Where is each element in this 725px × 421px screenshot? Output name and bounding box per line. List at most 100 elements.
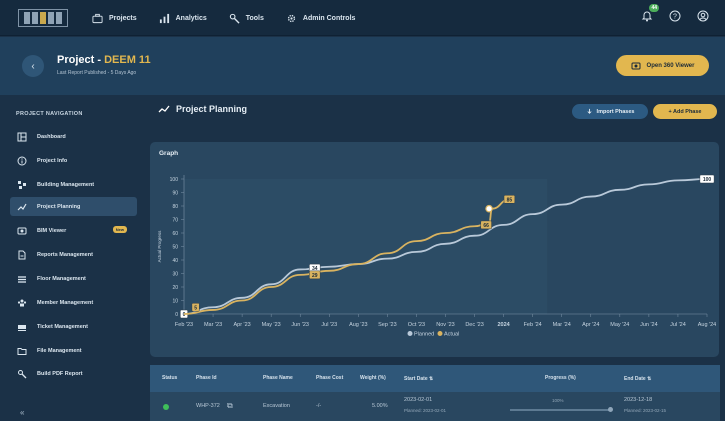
x-tick-label: Jul '23 (321, 322, 337, 328)
new-badge: New (112, 226, 127, 233)
y-tick-label: 70 (172, 217, 178, 223)
header-phase-cost: Phase Cost (316, 375, 344, 381)
sidebar-item-member-management[interactable]: Member Management (10, 293, 137, 312)
import-phases-button[interactable]: Import Phases (572, 104, 648, 119)
folder-icon (17, 347, 27, 355)
bar-chart-icon (159, 13, 169, 23)
sidebar-item-label: Build PDF Report (37, 370, 83, 377)
nav-projects-label: Projects (109, 14, 137, 22)
sidebar-item-building-management[interactable]: Building Management (10, 175, 137, 194)
notifications-button[interactable]: 44 (639, 4, 659, 24)
x-tick-label: 2024 (497, 322, 510, 328)
help-button[interactable]: ? (667, 8, 683, 24)
cell-phase-cost: -/- (316, 403, 322, 409)
y-tick-label: 20 (172, 285, 178, 291)
add-phase-button[interactable]: + Add Phase (653, 104, 717, 119)
cell-end-date: 2023-12-18 (624, 397, 653, 403)
members-icon (17, 299, 27, 306)
actual-point-marker (485, 204, 493, 213)
progress-bar (510, 409, 610, 411)
status-indicator-dot (163, 404, 169, 410)
header-start-date[interactable]: Start Date ⇅ (404, 376, 433, 382)
bim-viewer-icon (17, 227, 27, 234)
data-label: 0 (183, 312, 186, 318)
add-phase-label: + Add Phase (668, 108, 702, 115)
sort-icon: ⇅ (429, 376, 434, 382)
x-tick-label: Mar '23 (204, 322, 222, 328)
legend-marker-actual (437, 331, 443, 336)
copy-icon[interactable]: ⧉ (227, 401, 233, 411)
section-title-text: Project Planning (176, 104, 248, 114)
project-name: DEEM 11 (104, 54, 151, 66)
dashboard-icon (17, 132, 27, 141)
nav-analytics-label: Analytics (175, 14, 207, 22)
table-header: Status Phase Id Phase Name Phase Cost We… (150, 365, 720, 392)
briefcase-icon (92, 13, 103, 23)
top-right-actions: 44 ? (639, 4, 711, 24)
user-account-button[interactable] (695, 8, 711, 24)
svg-text:?: ? (673, 14, 677, 21)
open-360-viewer-button[interactable]: Open 360 Viewer (616, 55, 709, 76)
camera-360-icon (631, 62, 641, 69)
chart-shaded-area (184, 179, 548, 314)
sidebar-item-build-pdf-report[interactable]: Build PDF Report (10, 364, 137, 383)
help-icon: ? (669, 10, 681, 22)
wrench-icon (229, 13, 240, 24)
section-title: Project Planning (158, 104, 247, 114)
nav-analytics[interactable]: Analytics (159, 13, 207, 24)
sidebar-item-label: Project Planning (37, 203, 81, 210)
header-end-date[interactable]: End Date ⇅ (624, 376, 651, 382)
y-tick-label: 80 (172, 204, 178, 210)
x-tick-label: Apr '23 (233, 322, 250, 328)
sidebar-item-project-info[interactable]: Project Info (10, 151, 137, 170)
sidebar-item-file-management[interactable]: File Management (10, 341, 137, 360)
x-tick-label: Mar '24 (553, 322, 571, 328)
y-tick-label: 50 (172, 244, 178, 250)
title-prefix: Project (57, 54, 95, 66)
x-tick-label: Dec '23 (465, 322, 483, 328)
trend-line-icon (158, 105, 170, 113)
cell-start-date: 2023-02-01 (404, 397, 433, 403)
x-tick-label: Jun '24 (640, 322, 658, 328)
header-weight: Weight (%) (360, 375, 386, 381)
sidebar-item-floor-management[interactable]: Floor Management (10, 269, 137, 288)
nav-projects[interactable]: Projects (92, 13, 137, 24)
progress-handle (608, 407, 613, 412)
main-nav: Projects Analytics Tools Admin Controls (92, 0, 355, 36)
nav-admin-controls[interactable]: Admin Controls (286, 13, 355, 24)
collapse-sidebar-button[interactable]: « (20, 408, 24, 417)
x-tick-label: Sep '23 (378, 322, 396, 328)
y-tick-label: 40 (172, 258, 178, 264)
sidebar-item-label: Building Management (37, 181, 95, 188)
header-phase-id: Phase Id (196, 375, 217, 381)
logo[interactable] (18, 9, 68, 27)
top-bar: Projects Analytics Tools Admin Controls … (0, 0, 725, 36)
x-tick-label: Aug '24 (698, 322, 716, 328)
title-separator: - (97, 54, 102, 66)
cell-end-planned: Planned: 2023-02-15 (624, 408, 667, 413)
legend-label: Planned (414, 332, 434, 338)
floor-icon (18, 275, 26, 283)
report-icon (18, 250, 26, 259)
sidebar-item-ticket-management[interactable]: Ticket Management (10, 317, 137, 336)
nav-tools[interactable]: Tools (229, 13, 264, 24)
last-report-text: Last Report Published - 5 Days Ago (57, 70, 137, 76)
x-tick-label: May '24 (610, 322, 629, 328)
y-tick-label: 10 (172, 298, 178, 304)
data-label: 85 (507, 197, 513, 203)
data-label: 29 (312, 273, 318, 279)
cell-phase-name: Excavation (263, 403, 290, 409)
sidebar-item-label: Ticket Management (37, 323, 88, 330)
graph-card: Graph 0 10 20 30 40 50 60 70 80 90 100 Actual Progr… (150, 142, 719, 357)
import-icon (586, 108, 592, 114)
back-button[interactable]: ‹ (22, 55, 44, 77)
end-date-label: End Date (624, 376, 646, 382)
cell-weight: 5.00% (372, 403, 388, 409)
sidebar-item-reports-management[interactable]: Reports Management (10, 245, 137, 264)
sidebar-item-dashboard[interactable]: Dashboard (10, 127, 137, 146)
sidebar-item-bim-viewer[interactable]: BIM Viewer New (10, 221, 137, 240)
notification-count-badge: 44 (649, 4, 659, 12)
sidebar-item-project-planning[interactable]: Project Planning (10, 197, 137, 216)
trend-line-icon (17, 203, 27, 210)
x-tick-label: May '23 (262, 322, 281, 328)
